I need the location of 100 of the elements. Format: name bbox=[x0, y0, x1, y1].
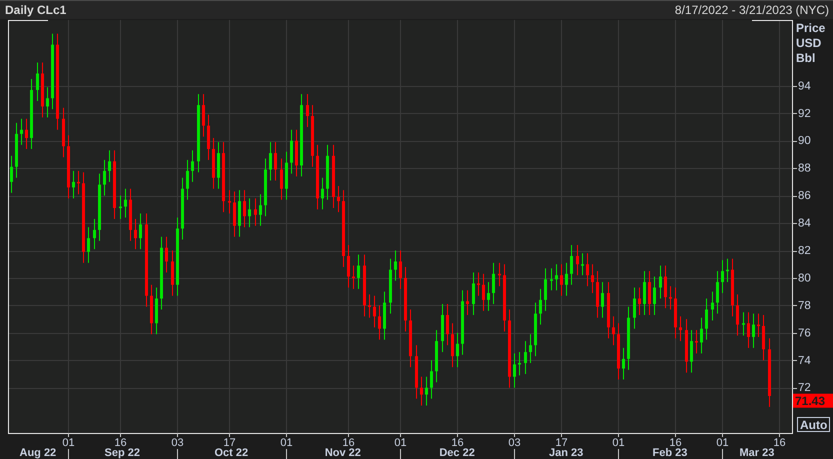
candlestick bbox=[601, 282, 604, 318]
y-axis-label: 84 bbox=[798, 218, 811, 230]
candlestick bbox=[498, 262, 501, 286]
candlestick bbox=[721, 260, 724, 294]
candlestick bbox=[259, 194, 262, 226]
candlestick bbox=[690, 330, 693, 373]
candlestick bbox=[352, 266, 355, 289]
x-axis-label: 01 bbox=[280, 437, 293, 449]
x-axis-label: 16 bbox=[114, 437, 127, 449]
candlestick bbox=[36, 62, 39, 101]
x-axis-label: 16 bbox=[342, 437, 355, 449]
candlestick bbox=[191, 150, 194, 182]
candlestick bbox=[139, 213, 142, 250]
candlestick bbox=[155, 288, 158, 334]
candlestick bbox=[113, 150, 116, 219]
x-axis-label: 03 bbox=[171, 437, 184, 449]
month-label: Mar 23 bbox=[740, 447, 774, 459]
candlestick bbox=[72, 170, 75, 198]
candlestick bbox=[228, 190, 231, 214]
candlestick bbox=[695, 330, 698, 354]
candlestick bbox=[747, 312, 750, 348]
candlestick bbox=[383, 292, 386, 340]
candlestick bbox=[46, 87, 49, 118]
candlestick bbox=[363, 254, 366, 316]
candlestick bbox=[700, 318, 703, 354]
y-axis-label: 78 bbox=[798, 300, 811, 312]
candlestick bbox=[503, 264, 506, 332]
candlestick bbox=[368, 294, 371, 318]
x-axis-tick bbox=[561, 432, 562, 438]
month-label: Aug 22 bbox=[20, 447, 56, 459]
candlestick bbox=[87, 227, 90, 263]
candlestick bbox=[622, 348, 625, 380]
candlestick bbox=[576, 245, 579, 276]
x-axis-tick bbox=[514, 432, 515, 438]
x-axis-tick bbox=[400, 432, 401, 438]
x-axis-tick bbox=[348, 432, 349, 438]
candlestick bbox=[269, 142, 272, 181]
candlestick bbox=[659, 266, 662, 299]
candlestick bbox=[441, 304, 444, 352]
candlestick bbox=[477, 272, 480, 296]
candlestick bbox=[596, 271, 599, 318]
candlestick bbox=[534, 302, 537, 356]
candlestick bbox=[726, 258, 729, 282]
candlestick bbox=[186, 160, 189, 200]
candlestick bbox=[409, 310, 412, 368]
candlestick bbox=[679, 316, 682, 342]
candlestick bbox=[274, 142, 277, 181]
y-axis-tick bbox=[792, 360, 798, 361]
y-axis-label: 74 bbox=[798, 354, 811, 367]
x-axis-label: 03 bbox=[508, 437, 521, 449]
x-axis-label: 16 bbox=[669, 437, 682, 449]
candlestick bbox=[10, 156, 13, 193]
candlestick bbox=[461, 290, 464, 355]
y-axis-tick bbox=[792, 333, 798, 334]
candlestick bbox=[643, 271, 646, 315]
candlestick bbox=[280, 158, 283, 200]
y-axis-tick bbox=[792, 168, 798, 169]
y-axis-label: 88 bbox=[798, 162, 811, 175]
candlestick bbox=[705, 298, 708, 340]
candlestick bbox=[560, 264, 563, 296]
candlestick bbox=[524, 341, 527, 374]
y-axis-tick bbox=[792, 141, 798, 142]
date-range: 8/17/2022 - 3/21/2023 (NYC) bbox=[674, 3, 829, 17]
candlestick bbox=[425, 376, 428, 406]
x-axis-tick bbox=[618, 432, 619, 438]
y-axis-label: 72 bbox=[798, 382, 811, 394]
candlestick bbox=[752, 314, 755, 348]
candlestick bbox=[181, 178, 184, 240]
x-axis-tick bbox=[457, 432, 458, 438]
candlestick bbox=[430, 360, 433, 399]
candlestick bbox=[415, 345, 418, 399]
candlestick bbox=[202, 94, 205, 137]
candlestick bbox=[404, 266, 407, 332]
candlestick bbox=[243, 190, 246, 228]
candlestick bbox=[736, 294, 739, 336]
x-axis-tick bbox=[68, 432, 69, 438]
x-axis-label: 01 bbox=[394, 437, 407, 449]
y-axis-tick bbox=[792, 278, 798, 279]
x-axis-label: 17 bbox=[555, 437, 568, 449]
x-axis-tick bbox=[286, 432, 287, 438]
candlestick bbox=[742, 312, 745, 336]
x-axis-label: 01 bbox=[612, 437, 625, 449]
auto-scale-button[interactable]: Auto bbox=[797, 417, 830, 432]
x-axis-label: 01 bbox=[62, 437, 75, 449]
x-axis-tick bbox=[229, 432, 230, 438]
candlestick bbox=[492, 262, 495, 304]
x-axis-tick bbox=[120, 432, 121, 438]
x-axis-tick bbox=[779, 432, 780, 438]
candlestick bbox=[617, 323, 620, 380]
y-axis-label: 94 bbox=[798, 80, 811, 92]
candlestick bbox=[285, 152, 288, 200]
x-axis-label: 16 bbox=[773, 437, 786, 449]
candlestick bbox=[30, 79, 33, 149]
y-axis-label: 82 bbox=[798, 245, 811, 257]
chart-title: Daily CLc1 bbox=[5, 3, 66, 17]
candlestick bbox=[669, 286, 672, 310]
candlestick bbox=[435, 330, 438, 382]
x-axis-tick bbox=[722, 432, 723, 438]
y-axis-label: 86 bbox=[798, 190, 811, 202]
candlestick bbox=[487, 282, 490, 311]
